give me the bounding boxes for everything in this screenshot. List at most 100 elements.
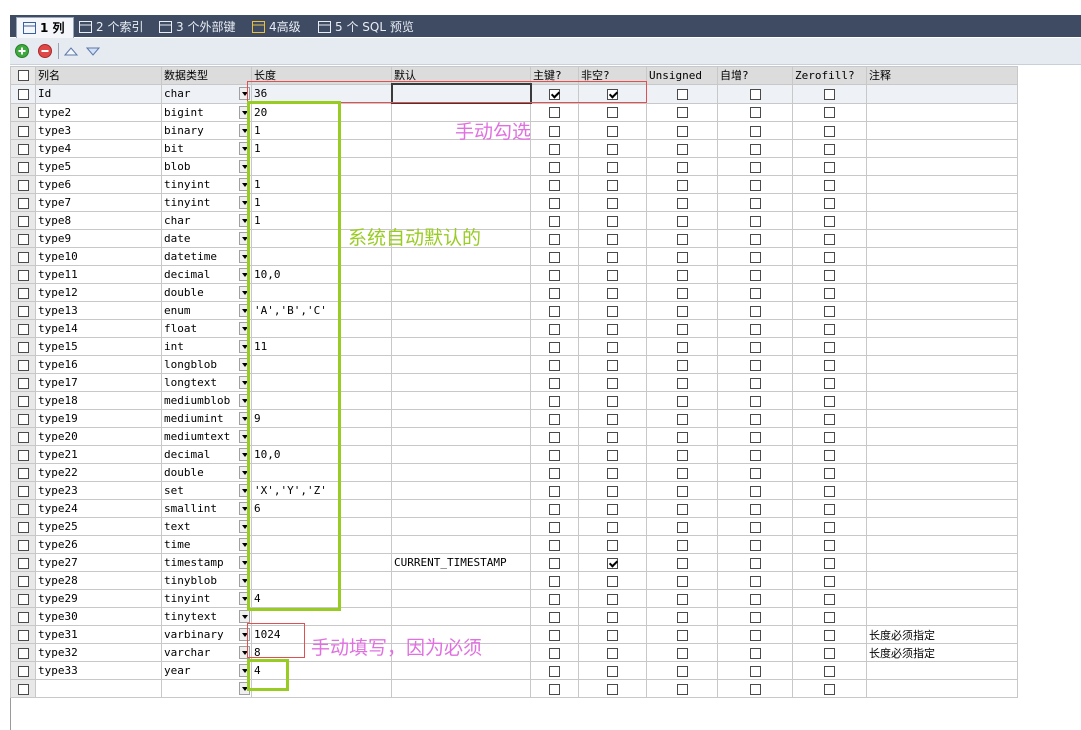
- data-type-cell[interactable]: [161, 679, 252, 698]
- zerofill-cell[interactable]: [792, 409, 867, 428]
- comment-cell[interactable]: [866, 571, 1018, 590]
- autoinc-checkbox[interactable]: [749, 665, 761, 677]
- data-type-cell[interactable]: text: [161, 517, 252, 536]
- row-select-checkbox[interactable]: [17, 503, 29, 515]
- row-select-checkbox[interactable]: [17, 431, 29, 443]
- pk-cell[interactable]: [530, 391, 579, 410]
- column-name-cell[interactable]: type4: [35, 139, 162, 158]
- unsigned-checkbox[interactable]: [676, 269, 688, 281]
- row-select-checkbox[interactable]: [17, 215, 29, 227]
- tab-1[interactable]: 1 列: [16, 17, 74, 38]
- comment-cell[interactable]: [866, 283, 1018, 302]
- autoinc-checkbox[interactable]: [749, 323, 761, 335]
- column-name-cell[interactable]: type7: [35, 193, 162, 212]
- notnull-cell[interactable]: [578, 535, 647, 554]
- unsigned-checkbox[interactable]: [676, 539, 688, 551]
- comment-cell[interactable]: [866, 157, 1018, 176]
- row-select-cell[interactable]: [10, 571, 36, 590]
- autoinc-checkbox[interactable]: [749, 269, 761, 281]
- autoinc-checkbox[interactable]: [749, 359, 761, 371]
- column-name-cell[interactable]: type17: [35, 373, 162, 392]
- column-name-cell[interactable]: type22: [35, 463, 162, 482]
- pk-checkbox[interactable]: [549, 269, 560, 281]
- row-select-checkbox[interactable]: [17, 269, 29, 281]
- unsigned-cell[interactable]: [646, 83, 718, 104]
- data-type-cell[interactable]: char: [161, 211, 252, 230]
- pk-cell[interactable]: [530, 337, 579, 356]
- tab-3[interactable]: 3 个外部键: [153, 17, 244, 37]
- notnull-checkbox[interactable]: [607, 341, 618, 353]
- zerofill-checkbox[interactable]: [824, 503, 835, 515]
- table-row[interactable]: type19 mediumint 9: [10, 409, 1018, 428]
- data-type-cell[interactable]: mediumint: [161, 409, 252, 428]
- header-comment[interactable]: 注释: [866, 66, 1018, 85]
- notnull-cell[interactable]: [578, 679, 647, 698]
- autoinc-cell[interactable]: [717, 301, 793, 320]
- comment-cell[interactable]: [866, 499, 1018, 518]
- default-cell[interactable]: [391, 607, 531, 626]
- data-type-cell[interactable]: longblob: [161, 355, 252, 374]
- pk-checkbox[interactable]: [549, 467, 560, 479]
- data-type-cell[interactable]: set: [161, 481, 252, 500]
- unsigned-checkbox[interactable]: [676, 431, 688, 443]
- autoinc-checkbox[interactable]: [749, 107, 761, 119]
- column-name-cell[interactable]: type15: [35, 337, 162, 356]
- row-select-cell[interactable]: [10, 139, 36, 158]
- autoinc-checkbox[interactable]: [749, 197, 761, 209]
- unsigned-cell[interactable]: [646, 102, 718, 122]
- notnull-checkbox[interactable]: [607, 629, 618, 641]
- autoinc-checkbox[interactable]: [749, 287, 761, 299]
- data-type-cell[interactable]: tinytext: [161, 607, 252, 626]
- unsigned-checkbox[interactable]: [676, 143, 688, 155]
- autoinc-checkbox[interactable]: [749, 611, 761, 623]
- default-cell[interactable]: [391, 481, 531, 500]
- unsigned-cell[interactable]: [646, 247, 718, 266]
- row-select-cell[interactable]: [10, 247, 36, 266]
- pk-checkbox[interactable]: [549, 125, 560, 137]
- data-type-cell[interactable]: float: [161, 319, 252, 338]
- unsigned-checkbox[interactable]: [676, 485, 688, 497]
- pk-checkbox[interactable]: [549, 377, 560, 389]
- comment-cell[interactable]: [866, 121, 1018, 140]
- row-select-cell[interactable]: [10, 193, 36, 212]
- comment-cell[interactable]: 长度必须指定: [866, 625, 1018, 644]
- data-type-cell[interactable]: binary: [161, 121, 252, 140]
- column-name-cell[interactable]: type29: [35, 589, 162, 608]
- row-select-cell[interactable]: [10, 319, 36, 338]
- notnull-checkbox[interactable]: [607, 557, 618, 569]
- unsigned-cell[interactable]: [646, 499, 718, 518]
- pk-cell[interactable]: [530, 211, 579, 230]
- unsigned-cell[interactable]: [646, 157, 718, 176]
- zerofill-cell[interactable]: [792, 247, 867, 266]
- column-name-cell[interactable]: type28: [35, 571, 162, 590]
- column-name-cell[interactable]: type6: [35, 175, 162, 194]
- autoinc-cell[interactable]: [717, 175, 793, 194]
- row-select-checkbox[interactable]: [17, 665, 29, 677]
- pk-cell[interactable]: [530, 301, 579, 320]
- pk-checkbox[interactable]: [549, 107, 560, 119]
- zerofill-checkbox[interactable]: [824, 359, 835, 371]
- notnull-cell[interactable]: [578, 427, 647, 446]
- notnull-checkbox[interactable]: [607, 233, 618, 245]
- unsigned-cell[interactable]: [646, 643, 718, 662]
- comment-cell[interactable]: [866, 229, 1018, 248]
- delete-icon[interactable]: [38, 44, 52, 58]
- table-row[interactable]: type28 tinyblob: [10, 571, 1018, 590]
- autoinc-checkbox[interactable]: [749, 233, 761, 245]
- zerofill-checkbox[interactable]: [824, 539, 835, 551]
- autoinc-checkbox[interactable]: [749, 215, 761, 227]
- add-icon[interactable]: [15, 44, 29, 58]
- notnull-cell[interactable]: [578, 373, 647, 392]
- row-select-checkbox[interactable]: [17, 395, 29, 407]
- default-cell[interactable]: [391, 535, 531, 554]
- autoinc-cell[interactable]: [717, 553, 793, 572]
- zerofill-cell[interactable]: [792, 265, 867, 284]
- zerofill-cell[interactable]: [792, 607, 867, 626]
- table-row[interactable]: type12 double: [10, 283, 1018, 302]
- row-select-checkbox[interactable]: [17, 179, 29, 191]
- notnull-checkbox[interactable]: [607, 575, 618, 587]
- pk-checkbox[interactable]: [549, 539, 560, 551]
- pk-checkbox[interactable]: [549, 215, 560, 227]
- autoinc-cell[interactable]: [717, 499, 793, 518]
- row-select-checkbox[interactable]: [17, 88, 29, 100]
